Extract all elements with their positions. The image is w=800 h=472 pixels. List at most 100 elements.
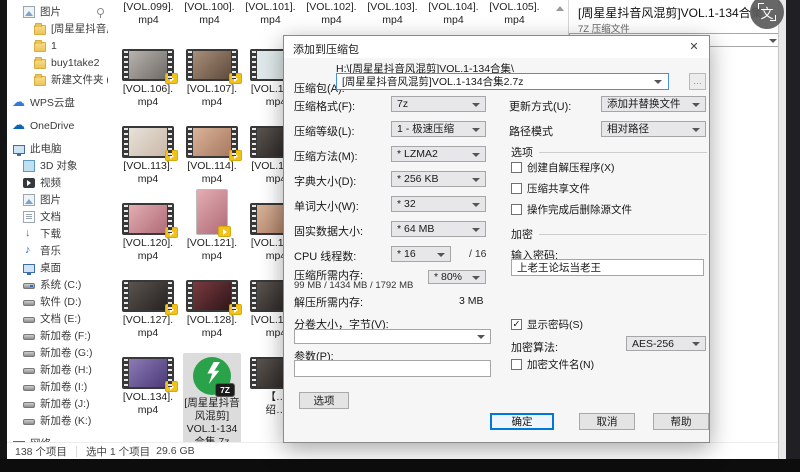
sidebar-item-label: 文档 xyxy=(40,209,61,224)
file-name-line2: mp4 xyxy=(240,14,301,27)
checkbox-icon[interactable] xyxy=(511,359,522,370)
encrypt-names-checkbox[interactable]: 加密文件名(N) xyxy=(511,357,594,372)
password-input[interactable]: 上老王论坛当老王 xyxy=(511,259,704,276)
sidebar-item[interactable]: 新加卷 (H:) xyxy=(7,361,108,378)
file-item[interactable]: [VOL.106].mp4 xyxy=(116,45,180,109)
chevron-down-icon xyxy=(437,253,445,257)
sidebar-item-icon xyxy=(23,160,35,172)
file-item[interactable]: [VOL.107].mp4 xyxy=(180,45,244,109)
field-dropdown[interactable]: * 16 xyxy=(391,246,451,262)
sidebar-item-label: 图片 xyxy=(40,192,61,207)
sidebar-item[interactable]: 软件 (D:) xyxy=(7,293,108,310)
checkbox-icon[interactable] xyxy=(511,162,522,173)
field-dropdown[interactable]: 1 - 极速压缩 xyxy=(391,121,486,137)
sidebar-item-label: buy1take2 xyxy=(51,57,99,69)
file-name-line2: mp4 xyxy=(484,14,545,27)
file-item[interactable]: [VOL.128].mp4 xyxy=(180,276,244,340)
sidebar-item[interactable]: 音乐 xyxy=(7,242,108,259)
screen-edge-left xyxy=(0,0,7,459)
option-checkbox[interactable]: 压缩共享文件 xyxy=(511,181,590,196)
file-name-line1: [VOL.100]. xyxy=(179,1,240,14)
file-item[interactable]: [VOL.134].mp4 xyxy=(116,353,180,452)
file-item[interactable]: [VOL.114].mp4 xyxy=(180,122,244,186)
sidebar-item[interactable]: 新建文件夹 (8) xyxy=(7,71,108,88)
field-dropdown[interactable]: 7z xyxy=(391,96,486,112)
file-item[interactable]: [VOL.105]. mp4 xyxy=(484,1,545,27)
close-icon[interactable]: ✕ xyxy=(686,39,702,55)
sidebar-item[interactable]: 新加卷 (I:) xyxy=(7,378,108,395)
field-dropdown[interactable]: * LZMA2 xyxy=(391,146,486,162)
file-item[interactable]: [VOL.104]. mp4 xyxy=(423,1,484,27)
dialog-button[interactable]: 确定 xyxy=(490,413,554,430)
file-name: [VOL.113].mp4 xyxy=(123,160,172,186)
scroll-up-icon[interactable] xyxy=(556,6,564,11)
sidebar-item[interactable]: buy1take2 xyxy=(7,54,108,71)
file-item[interactable]: [VOL.100]. mp4 xyxy=(179,1,240,27)
update-mode-dropdown[interactable]: 添加并替换文件 xyxy=(601,96,706,112)
archive-file-item-selected[interactable]: 7Z [周星星抖音 风混剪] VOL.1-134 合集.7z xyxy=(180,353,244,452)
chevron-down-icon xyxy=(472,128,480,132)
parameters-input[interactable] xyxy=(294,360,491,377)
sidebar-item[interactable]: 1 xyxy=(7,37,108,54)
path-mode-dropdown[interactable]: 相对路径 xyxy=(601,121,706,137)
algorithm-dropdown[interactable]: AES-256 xyxy=(626,336,706,351)
sidebar-item[interactable]: 图片 xyxy=(7,3,108,20)
file-item[interactable]: [VOL.127].mp4 xyxy=(116,276,180,340)
checkbox-icon[interactable] xyxy=(511,183,522,194)
file-item[interactable]: [VOL.099]. mp4 xyxy=(118,1,179,27)
file-item[interactable]: [VOL.103]. mp4 xyxy=(362,1,423,27)
dialog-button[interactable]: 帮助 xyxy=(653,413,709,430)
video-thumbnail xyxy=(122,203,174,235)
file-name-line1: [VOL.104]. xyxy=(423,1,484,14)
option-checkbox[interactable]: 操作完成后删除源文件 xyxy=(511,202,632,217)
checkbox-icon[interactable] xyxy=(511,204,522,215)
player-badge-icon xyxy=(165,227,178,238)
memory-percent-dropdown[interactable]: * 80% xyxy=(428,270,486,284)
file-item[interactable]: [VOL.102]. mp4 xyxy=(301,1,362,27)
sidebar-item[interactable]: 桌面 xyxy=(7,259,108,276)
sidebar-item[interactable]: 视频 xyxy=(7,174,108,191)
sidebar-item[interactable]: 此电脑 xyxy=(7,140,108,157)
sidebar-item[interactable]: 文档 (E:) xyxy=(7,310,108,327)
sidebar-item[interactable]: 新加卷 (F:) xyxy=(7,327,108,344)
field-dropdown[interactable]: * 256 KB xyxy=(391,171,486,187)
browse-button[interactable]: … xyxy=(689,73,706,90)
update-mode-label: 更新方式(U): xyxy=(509,98,571,114)
sidebar-item[interactable]: 图片 xyxy=(7,191,108,208)
file-item[interactable]: [VOL.101]. mp4 xyxy=(240,1,301,27)
screen-edge-bottom xyxy=(0,459,800,472)
sidebar-item[interactable]: 系统 (C:) xyxy=(7,276,108,293)
field-label: 字典大小(D): xyxy=(294,173,356,189)
file-item[interactable]: [VOL.113].mp4 xyxy=(116,122,180,186)
checkbox-checked-icon[interactable]: ✓ xyxy=(511,319,522,330)
lightning-bolt-icon xyxy=(206,362,220,384)
sidebar-item[interactable]: 新加卷 (G:) xyxy=(7,344,108,361)
sidebar-item[interactable]: 新加卷 (K:) xyxy=(7,412,108,429)
show-password-checkbox[interactable]: ✓ 显示密码(S) xyxy=(511,317,583,332)
sidebar-item[interactable]: OneDrive xyxy=(7,117,108,134)
sidebar-item-icon xyxy=(34,25,46,35)
dialog-button[interactable]: 取消 xyxy=(579,413,635,430)
sidebar-item[interactable]: 3D 对象 xyxy=(7,157,108,174)
sidebar-item[interactable]: [周星星抖音风混 xyxy=(7,20,108,37)
sidebar-item[interactable]: 新加卷 (J:) xyxy=(7,395,108,412)
file-name: [VOL.114].mp4 xyxy=(187,160,236,186)
player-badge-icon xyxy=(229,73,242,84)
volume-size-combo[interactable] xyxy=(294,329,491,344)
field-dropdown[interactable]: * 64 MB xyxy=(391,221,486,237)
scrollbar-track[interactable] xyxy=(778,0,786,459)
field-dropdown[interactable]: * 32 xyxy=(391,196,486,212)
sidebar-item[interactable]: 下载 xyxy=(7,225,108,242)
chevron-down-icon[interactable] xyxy=(654,80,662,84)
file-item[interactable]: [VOL.120].mp4 xyxy=(116,199,180,263)
dialog-titlebar[interactable]: 添加到压缩包 ✕ xyxy=(284,36,709,58)
sidebar-item-icon xyxy=(13,120,25,132)
option-checkbox[interactable]: 创建自解压程序(X) xyxy=(511,160,615,175)
sidebar-item[interactable]: 文档 xyxy=(7,208,108,225)
options-button[interactable]: 选项 xyxy=(299,392,349,409)
file-item[interactable]: [VOL.121].mp4 xyxy=(180,199,244,263)
video-thumbnail xyxy=(122,49,174,81)
file-name-line1: [VOL.105]. xyxy=(484,1,545,14)
sidebar-item[interactable]: WPS云盘 xyxy=(7,94,108,111)
archive-name-input[interactable]: [周星星抖音风混剪]VOL.1-134合集2.7z xyxy=(336,73,669,90)
